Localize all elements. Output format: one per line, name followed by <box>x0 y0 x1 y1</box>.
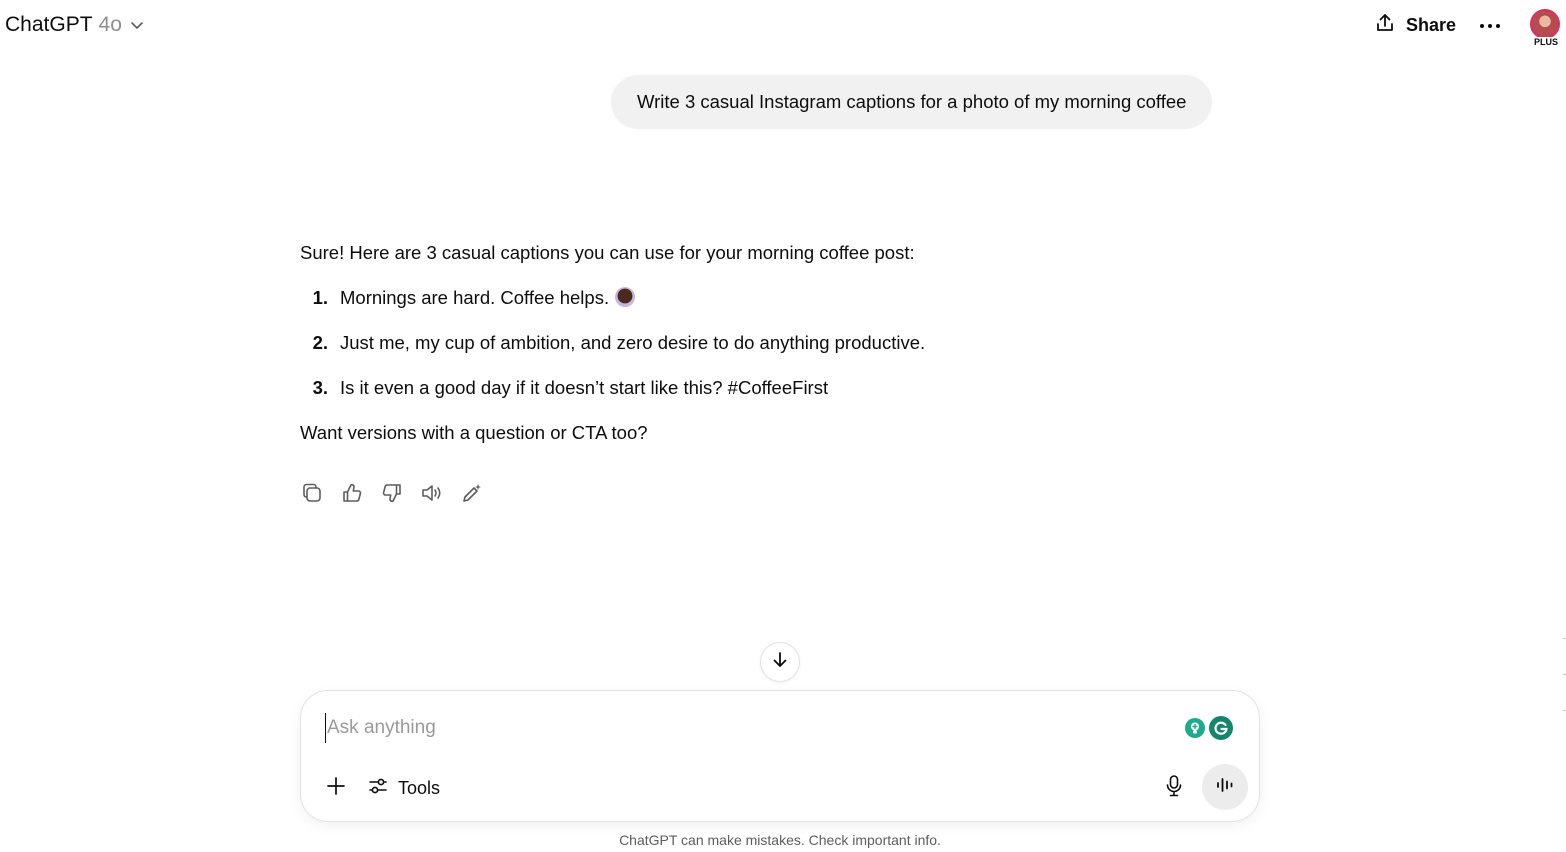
assistant-message: Sure! Here are 3 casual captions you can… <box>300 238 1260 448</box>
share-icon <box>1374 12 1396 39</box>
thumbs-up-button[interactable] <box>340 482 364 508</box>
model-switcher[interactable]: ChatGPT 4o <box>5 10 144 40</box>
voice-waveform-icon <box>1215 776 1235 799</box>
app-name: ChatGPT <box>5 13 93 36</box>
disclaimer: ChatGPT can make mistakes. Check importa… <box>619 832 941 848</box>
plan-badge: PLUS <box>1528 37 1564 48</box>
grammarly-widget <box>1181 713 1237 743</box>
message-actions <box>300 482 484 508</box>
copy-icon <box>301 482 323 509</box>
hot-beverage-emoji-icon <box>615 287 636 307</box>
assistant-intro: Sure! Here are 3 casual captions you can… <box>300 242 915 263</box>
thumbs-up-icon <box>341 482 363 509</box>
prompt-input[interactable] <box>325 713 1165 743</box>
caption-list: 1. Mornings are hard. Coffee helps. 2. J… <box>300 283 1260 403</box>
caption-text: Just me, my cup of ambition, and zero de… <box>340 332 926 353</box>
grammarly-bulb-icon[interactable] <box>1185 718 1205 738</box>
list-item: 1. Mornings are hard. Coffee helps. <box>300 283 1260 313</box>
microphone-icon <box>1164 774 1184 803</box>
more-options-button[interactable] <box>1476 12 1504 38</box>
edit-canvas-button[interactable] <box>460 482 484 508</box>
chevron-down-icon <box>130 18 144 32</box>
caption-text: Is it even a good day if it doesn’t star… <box>340 377 829 398</box>
list-number: 2. <box>312 332 328 353</box>
avatar <box>1530 9 1560 39</box>
composer: Tools <box>300 690 1260 822</box>
list-number: 3. <box>312 377 328 398</box>
list-item: 3. Is it even a good day if it doesn’t s… <box>300 373 1260 403</box>
sliders-icon <box>367 775 389 802</box>
share-button[interactable]: Share <box>1374 10 1456 40</box>
assistant-followup: Want versions with a question or CTA too… <box>300 422 648 443</box>
arrow-down-icon <box>770 650 790 675</box>
user-message: Write 3 casual Instagram captions for a … <box>611 75 1213 129</box>
speaker-icon <box>420 482 444 509</box>
tools-button[interactable]: Tools <box>367 773 440 803</box>
add-attachment-button[interactable] <box>321 773 351 803</box>
read-aloud-button[interactable] <box>420 482 444 508</box>
grammarly-g-icon[interactable] <box>1209 716 1233 740</box>
thumbs-down-icon <box>381 482 403 509</box>
plus-icon <box>326 776 346 801</box>
edit-pencil-icon <box>460 482 484 509</box>
caption-text: Mornings are hard. Coffee helps. <box>340 287 610 308</box>
copy-button[interactable] <box>300 482 324 508</box>
share-label: Share <box>1406 14 1457 35</box>
scroll-to-bottom-button[interactable] <box>760 642 800 682</box>
scrollbar[interactable] <box>1560 634 1566 714</box>
voice-mode-button[interactable] <box>1202 764 1248 810</box>
tools-label: Tools <box>398 777 441 798</box>
more-horizontal-icon <box>1479 16 1501 34</box>
profile-menu-button[interactable]: PLUS <box>1528 9 1564 51</box>
list-number: 1. <box>312 287 328 308</box>
dictate-button[interactable] <box>1159 773 1189 803</box>
model-name: 4o <box>98 13 122 36</box>
top-bar: ChatGPT 4o Share PLUS <box>0 0 1566 52</box>
thumbs-down-button[interactable] <box>380 482 404 508</box>
list-item: 2. Just me, my cup of ambition, and zero… <box>300 328 1260 358</box>
